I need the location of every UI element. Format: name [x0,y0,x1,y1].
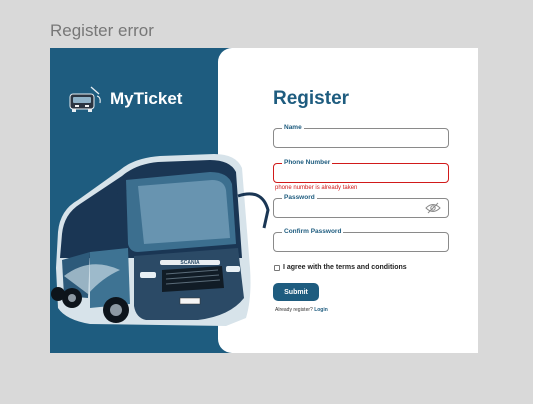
bus-icon [69,86,101,112]
form-title: Register [273,88,350,109]
phone-input[interactable] [274,164,448,182]
login-link[interactable]: Login [314,307,328,313]
submit-button[interactable]: Submit [273,283,319,301]
terms-label: I agree with the terms and conditions [283,264,407,271]
bus-brand-text: SCANIA [180,260,200,266]
brand: MyTicket [66,84,182,114]
password-input[interactable] [274,199,448,217]
confirm-password-field[interactable]: Confirm Password [273,227,449,252]
register-card: MyTicket SCANIA Register Name Phone Numb… [50,48,478,353]
terms-checkbox[interactable] [274,264,280,271]
register-form: Register Name Phone Number phone number … [273,48,453,353]
phone-field[interactable]: Phone Number [273,158,449,183]
bus-illustration: SCANIA [51,154,270,326]
password-field[interactable]: Password [273,193,449,218]
name-input[interactable] [274,129,448,147]
confirm-password-input[interactable] [274,233,448,251]
frame-label: Register error [50,21,154,40]
login-prompt-row: Already register? Login [275,307,328,313]
name-field[interactable]: Name [273,123,449,148]
phone-error: phone number is already taken [275,185,358,191]
login-prompt: Already register? [275,307,313,313]
terms-row[interactable]: I agree with the terms and conditions [274,264,407,271]
brand-name: MyTicket [110,89,183,108]
eye-off-icon[interactable] [425,202,441,214]
